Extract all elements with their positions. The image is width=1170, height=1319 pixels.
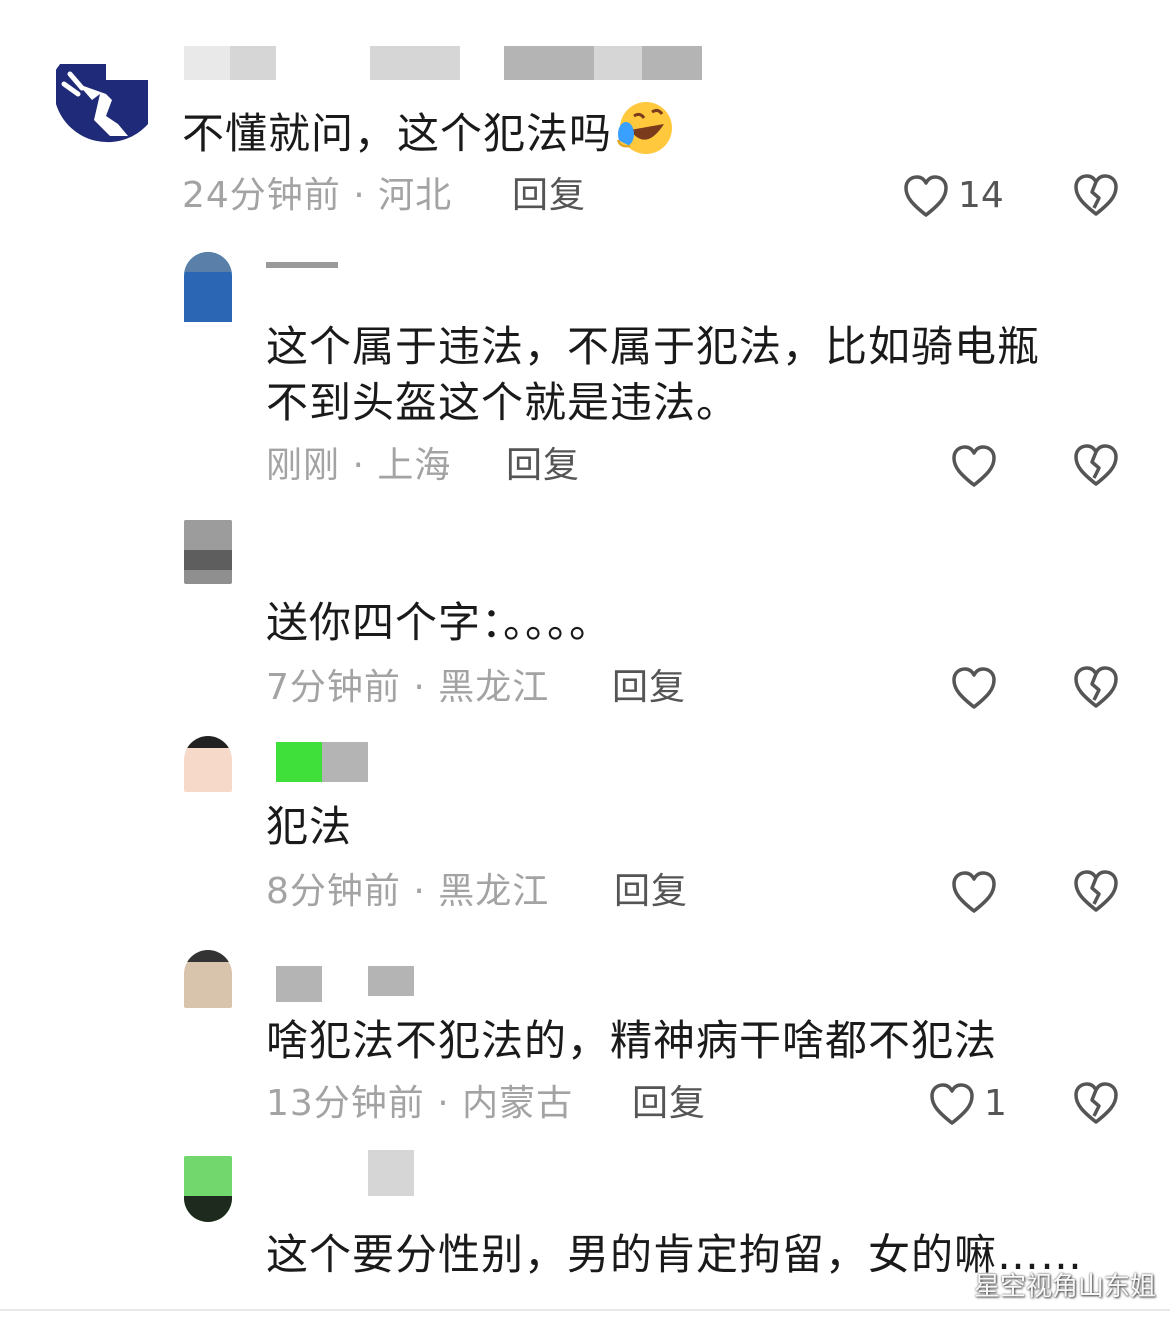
deer-logo-icon: [48, 44, 156, 152]
avatar[interactable]: [184, 1156, 232, 1222]
divider: [0, 1309, 1170, 1311]
comment-text: 送你四个字：。。。。: [266, 598, 613, 647]
comment-3: 送你四个字：。。。。 7分钟前 · 黑龙江 回复: [0, 510, 1170, 720]
like-button[interactable]: 1: [928, 1078, 1007, 1130]
username-redacted: [368, 1150, 418, 1196]
avatar[interactable]: [48, 44, 156, 152]
like-button[interactable]: [950, 866, 998, 918]
broken-heart-icon[interactable]: [1072, 172, 1120, 218]
comment-meta: 13分钟前 · 内蒙古: [266, 1083, 574, 1124]
reply-button[interactable]: 回复: [632, 1082, 706, 1126]
laughing-emoji-icon: [617, 102, 673, 154]
heart-outline-icon: [952, 667, 996, 709]
reply-button[interactable]: 回复: [614, 870, 688, 914]
reply-button[interactable]: 回复: [512, 174, 586, 218]
comment-text: 这个要分性别，男的肯定拘留，女的嘛……: [266, 1230, 1084, 1279]
like-count: 14: [958, 175, 1004, 216]
avatar[interactable]: [184, 950, 232, 1008]
reply-button[interactable]: 回复: [612, 666, 686, 710]
username-redacted: [276, 742, 376, 782]
comment-text: 这个属于违法，不属于犯法，比如骑电瓶: [266, 322, 1041, 371]
comment-text: 不到头盔这个就是违法。: [266, 378, 740, 427]
comment-meta: 8分钟前 · 黑龙江: [266, 871, 550, 912]
watermark: 星空视角山东姐: [973, 1272, 1156, 1302]
comment-meta: 7分钟前 · 黑龙江: [266, 667, 550, 708]
like-button[interactable]: [950, 662, 998, 714]
avatar[interactable]: [184, 736, 232, 792]
comment-1: 不懂就问，这个犯法吗 24分钟前 · 河北 回复 14: [0, 0, 1170, 230]
username-redacted: [184, 46, 704, 80]
heart-outline-icon: [952, 445, 996, 487]
like-button[interactable]: 14: [902, 170, 1004, 222]
heart-outline-icon: [952, 871, 996, 913]
broken-heart-icon[interactable]: [1072, 442, 1120, 488]
broken-heart-icon[interactable]: [1072, 1080, 1120, 1126]
comment-meta: 24分钟前 · 河北: [182, 175, 453, 216]
comment-5: 啥犯法不犯法的，精神病干啥都不犯法 13分钟前 · 内蒙古 回复 1: [0, 946, 1170, 1146]
comment-4: 犯法 8分钟前 · 黑龙江 回复: [0, 730, 1170, 940]
broken-heart-icon[interactable]: [1072, 664, 1120, 710]
username-redacted: [276, 966, 426, 1002]
comment-meta: 刚刚 · 上海: [266, 445, 452, 486]
username-redacted: [266, 262, 346, 270]
comment-text: 不懂就问，这个犯法吗: [182, 100, 673, 163]
broken-heart-icon[interactable]: [1072, 868, 1120, 914]
like-count: 1: [984, 1083, 1007, 1124]
comment-text: 犯法: [266, 802, 353, 851]
comment-text: 啥犯法不犯法的，精神病干啥都不犯法: [266, 1016, 998, 1065]
comment-2: 这个属于违法，不属于犯法，比如骑电瓶 不到头盔这个就是违法。 刚刚 · 上海 回…: [0, 240, 1170, 500]
avatar[interactable]: [184, 252, 232, 322]
heart-outline-icon: [930, 1083, 974, 1125]
avatar[interactable]: [184, 520, 232, 584]
reply-button[interactable]: 回复: [506, 444, 580, 488]
like-button[interactable]: [950, 440, 998, 492]
heart-outline-icon: [904, 175, 948, 217]
